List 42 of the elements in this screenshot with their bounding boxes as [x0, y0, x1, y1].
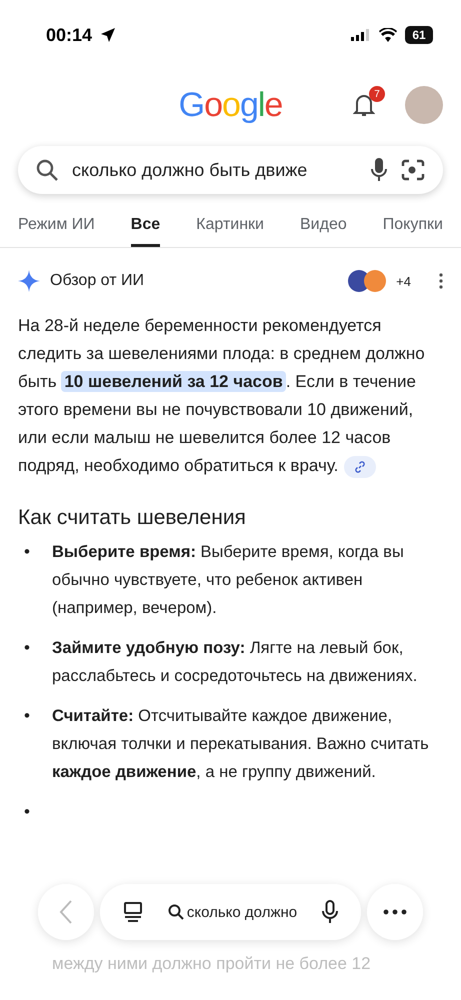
signal-icon — [351, 29, 371, 41]
ai-overview-title: Обзор от ИИ — [50, 272, 145, 290]
search-field[interactable]: сколько должно быть движе — [18, 146, 443, 194]
wifi-icon — [379, 28, 397, 42]
tab[interactable]: Все — [130, 212, 160, 247]
chevron-left-icon — [59, 899, 73, 925]
tab[interactable]: Видео — [300, 212, 347, 247]
camera-icon — [401, 159, 425, 181]
overview-paragraph: На 28-й неделе беременности рекомендуется следить за шевелениями плода: в среднем должно быть 10 шевелений за 12 часов . Если в течение этого времени вы не почувствовали 10 движений, или если малыш не шевелится более 12 часов подряд, необходимо обратиться к врачу. — [18, 312, 443, 480]
google-logo: Google — [178, 86, 282, 124]
list-item: Займите удобную позу: Лягте на левый бок, расслабьтесь и сосредоточьтесь на движениях. — [52, 638, 418, 687]
section-heading: Как считать шевеления — [18, 506, 247, 530]
more-options-icon — [439, 273, 443, 289]
bullet-marker: • — [24, 541, 31, 563]
microphone-icon — [322, 900, 338, 924]
list-item: Считайте: Отсчитывайте каждое движение, включая толчки и перекатывания. Важно считать каждое движение, а не группу движений. — [52, 706, 430, 783]
tab[interactable]: Режим ИИ — [18, 212, 95, 247]
status-time: 00:14 — [46, 24, 92, 46]
link-chip[interactable] — [344, 456, 376, 478]
more-options-icon — [383, 909, 407, 915]
highlighted-phrase[interactable]: 10 шевелений за 12 часов — [61, 371, 286, 392]
tabs-icon — [122, 902, 143, 922]
microphone-icon — [371, 158, 387, 182]
sparkle-icon — [18, 270, 40, 292]
notification-badge: 7 — [369, 86, 385, 102]
tab[interactable]: Картинки — [196, 212, 264, 247]
address-bar[interactable]: сколько должно — [100, 884, 361, 940]
bullet-marker: • — [24, 637, 31, 659]
bullet-marker: • — [24, 801, 31, 823]
search-icon — [36, 159, 58, 181]
address-query: сколько должно — [186, 904, 298, 920]
bullet-marker: • — [24, 705, 31, 727]
location-arrow-icon — [100, 27, 116, 43]
source-icon[interactable] — [364, 270, 386, 292]
more-sources-count[interactable]: +4 — [396, 274, 411, 288]
link-icon — [354, 460, 366, 473]
bell-icon — [353, 93, 375, 117]
search-icon — [168, 904, 184, 920]
list-item: Выберите время: Выберите время, когда вы обычно чувствуете, что ребенок активен (например, вечером). — [52, 542, 405, 619]
tab[interactable]: Покупки — [382, 212, 443, 247]
faded-text: между ними должно пройти не более 12 — [52, 953, 372, 975]
battery-level: 61 — [405, 26, 433, 44]
